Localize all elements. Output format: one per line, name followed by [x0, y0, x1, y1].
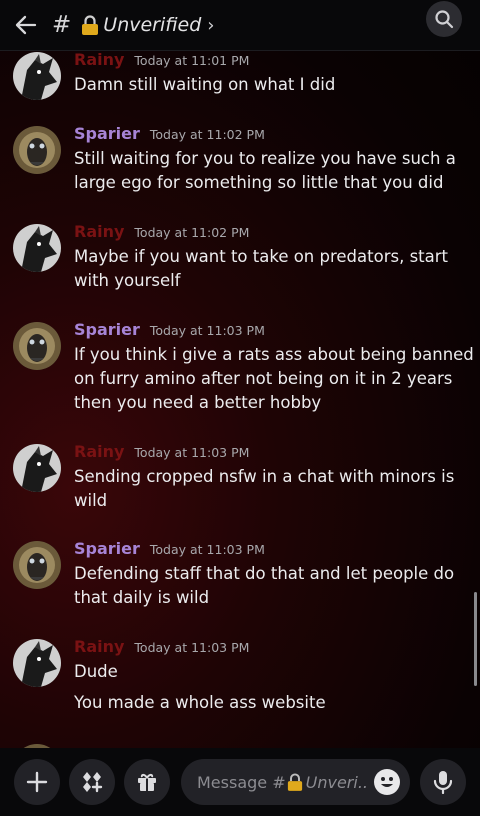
message-text: then you need a better hobby [74, 393, 322, 412]
gift-button[interactable] [124, 759, 170, 805]
avatar-rainy[interactable] [13, 52, 61, 100]
message-author[interactable]: Rainy [74, 442, 124, 461]
avatar-sparier[interactable] [13, 126, 61, 174]
lock-icon [287, 773, 302, 791]
message-input[interactable]: Message # Unveri.. [181, 759, 410, 805]
lock-icon [82, 15, 99, 35]
message-placeholder: Message # Unveri.. [197, 772, 368, 792]
message-feed[interactable]: Rainy Today at 11:01 PM Damn still waiti… [0, 50, 480, 748]
apps-icon [83, 772, 103, 793]
voice-message-button[interactable] [420, 759, 466, 805]
message-text: wild [74, 491, 108, 510]
search-icon [435, 10, 454, 29]
message-author[interactable]: Rainy [74, 50, 124, 69]
message-text: on furry amino after not being on it in … [74, 369, 453, 388]
microphone-icon [433, 771, 453, 794]
message-text: that daily is wild [74, 588, 210, 607]
message-author[interactable]: Rainy [74, 637, 124, 656]
message-composer: Message # Unveri.. [0, 748, 480, 816]
placeholder-prefix: Message # [197, 772, 286, 792]
message-timestamp: Today at 11:02 PM [149, 127, 265, 142]
emoji-icon [381, 777, 393, 787]
avatar-rainy[interactable] [13, 224, 61, 272]
back-button[interactable] [0, 7, 52, 43]
avatar-sparier[interactable] [13, 541, 61, 589]
avatar-sparier[interactable] [13, 322, 61, 370]
chevron-right-icon[interactable]: › [207, 15, 214, 36]
message-text: large ego for something so little that y… [74, 173, 444, 192]
arrow-left-icon [15, 15, 37, 35]
message-timestamp: Today at 11:03 PM [149, 323, 265, 338]
add-attachment-button[interactable] [14, 759, 60, 805]
message-text: You made a whole ass website [74, 693, 326, 712]
message-author[interactable]: Sparier [74, 124, 140, 143]
message-text: with yourself [74, 271, 181, 290]
channel-title[interactable]: Unverified [103, 14, 201, 36]
message-text: Still waiting for you to realize you hav… [74, 149, 456, 168]
message-timestamp: Today at 11:03 PM [134, 640, 250, 655]
message-text: Sending cropped nsfw in a chat with mino… [74, 467, 455, 486]
channel-header: # Unverified › [0, 0, 480, 51]
message-text: If you think i give a rats ass about bei… [74, 345, 474, 364]
scrollbar[interactable] [474, 592, 477, 686]
message-author[interactable]: Sparier [74, 539, 140, 558]
message-text: Dude [74, 662, 118, 681]
message-text: Damn still waiting on what I did [74, 75, 336, 94]
emoji-button[interactable] [374, 769, 400, 795]
message-text: Defending staff that do that and let peo… [74, 564, 455, 583]
search-button[interactable] [426, 1, 462, 37]
message-text: Maybe if you want to take on predators, … [74, 247, 449, 266]
channel-hash-icon: # [52, 11, 72, 38]
message-author[interactable]: Rainy [74, 222, 124, 241]
avatar-rainy[interactable] [13, 639, 61, 687]
message-timestamp: Today at 11:03 PM [149, 542, 265, 557]
apps-button[interactable] [69, 759, 115, 805]
avatar-rainy[interactable] [13, 444, 61, 492]
message-timestamp: Today at 11:02 PM [134, 225, 250, 240]
plus-icon [26, 771, 48, 793]
message-timestamp: Today at 11:01 PM [134, 53, 250, 68]
message-timestamp: Today at 11:03 PM [134, 445, 250, 460]
gift-icon [138, 773, 156, 791]
message-author[interactable]: Sparier [74, 320, 140, 339]
placeholder-channel: Unveri.. [305, 772, 368, 792]
